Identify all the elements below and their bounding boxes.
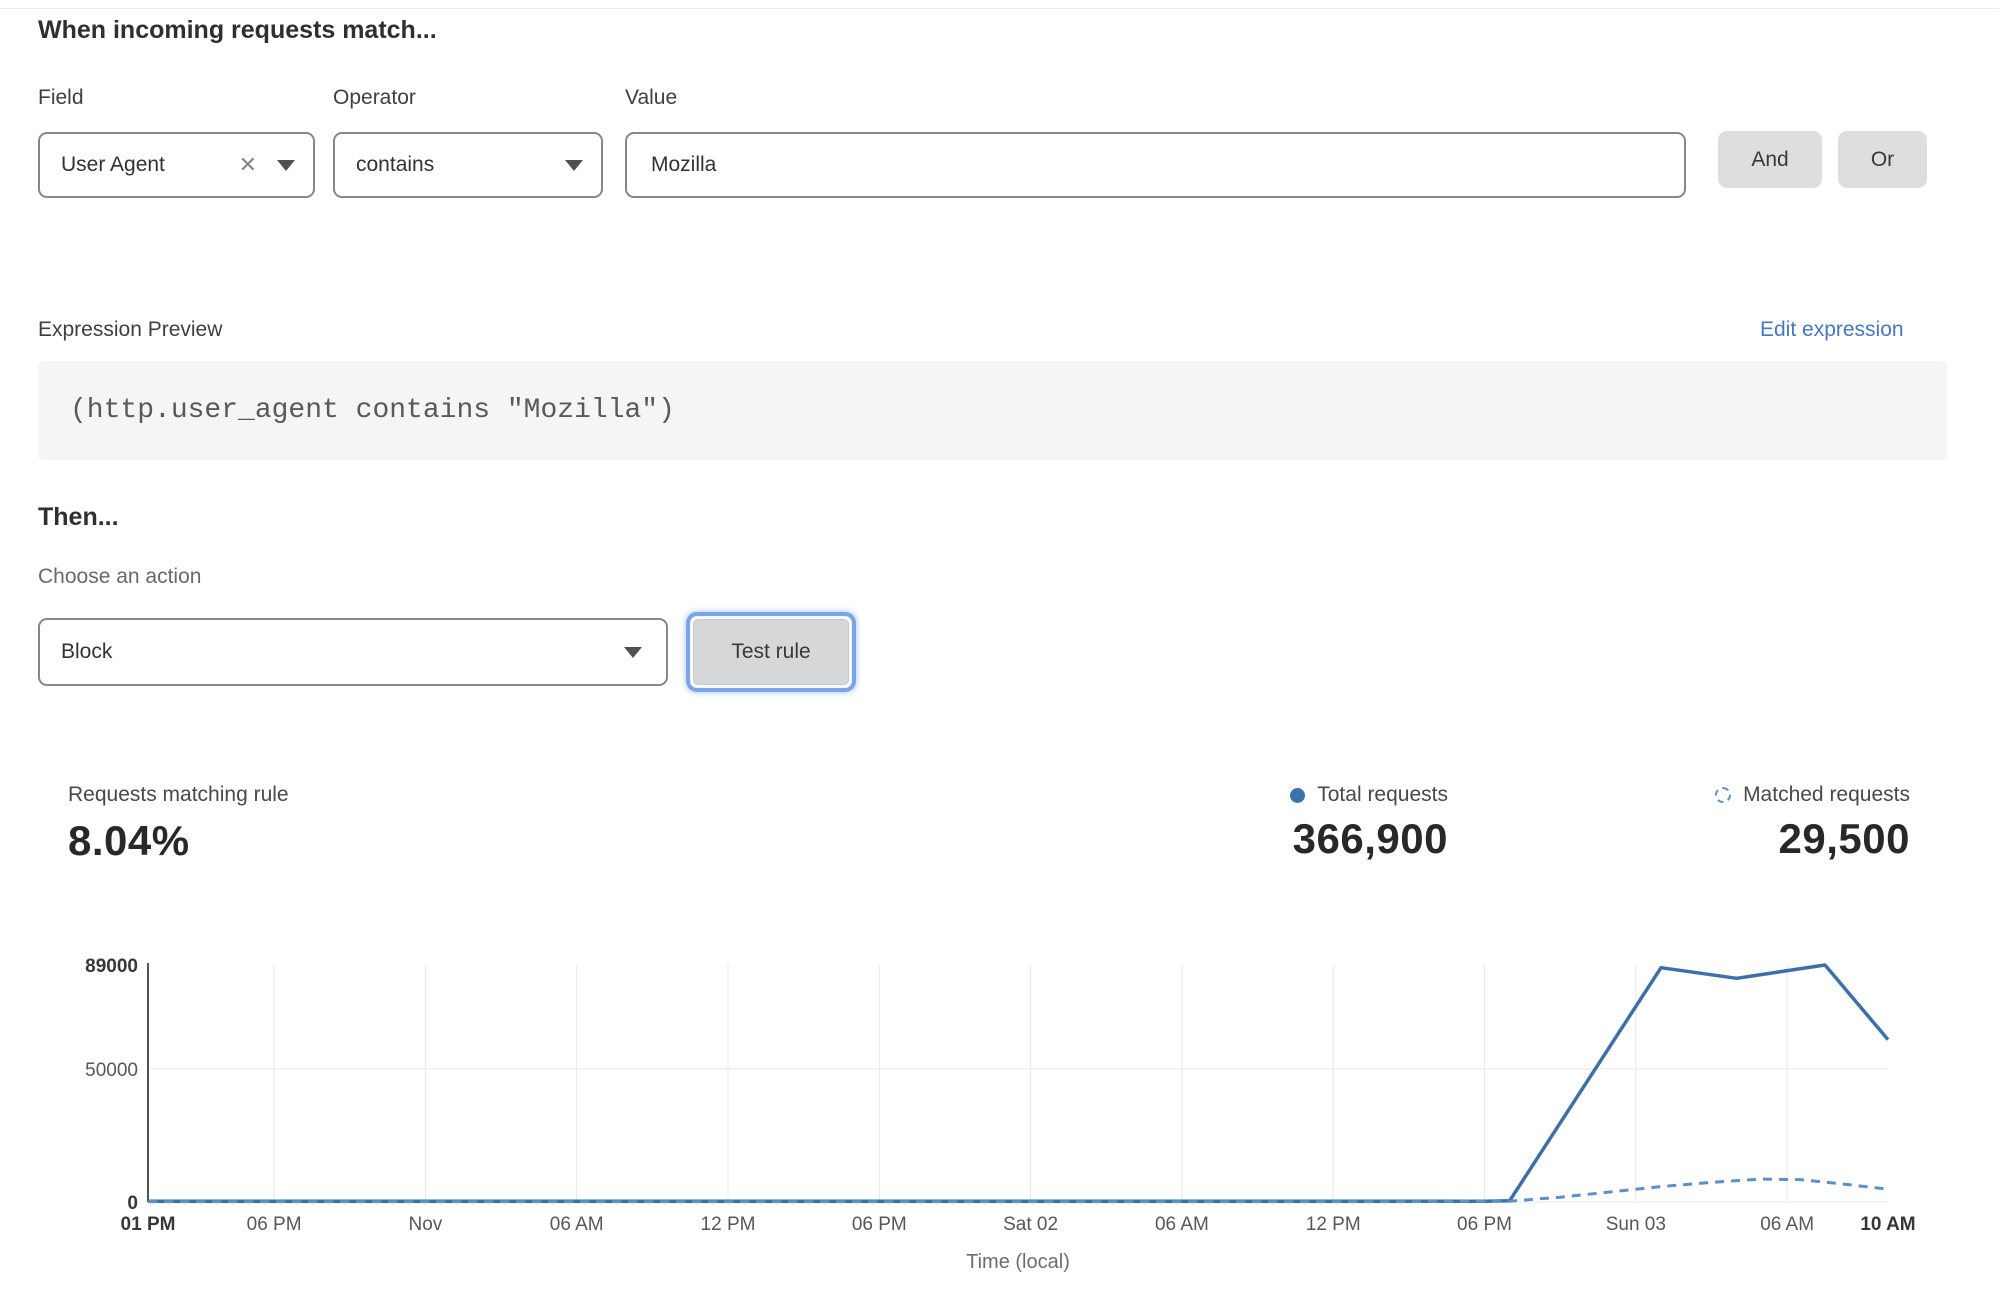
x-tick-label: 06 AM (1155, 1214, 1209, 1235)
operator-select-value: contains (335, 153, 565, 177)
requests-matching-stat: Requests matching rule 8.04% (68, 783, 289, 865)
or-button[interactable]: Or (1838, 131, 1927, 188)
value-label: Value (625, 86, 677, 110)
total-requests-legend: Total requests (1100, 783, 1448, 807)
field-label: Field (38, 86, 84, 110)
x-tick-label: 06 AM (1760, 1214, 1814, 1235)
test-rule-button[interactable]: Test rule (693, 619, 849, 685)
y-tick-label: 0 (127, 1193, 138, 1214)
x-tick-label: 01 PM (121, 1214, 176, 1235)
total-requests-value: 366,900 (1100, 815, 1448, 863)
expression-code-box: (http.user_agent contains "Mozilla") (38, 361, 1947, 460)
x-tick-label: 06 PM (1457, 1214, 1512, 1235)
value-field-wrap (625, 132, 1686, 198)
field-select-value: User Agent (40, 153, 239, 177)
requests-chart: 0 50000 89000 01 PM 06 PM Nov 06 AM 12 PM 06 PM S… (0, 940, 1999, 1295)
operator-select[interactable]: contains (333, 132, 603, 198)
choose-action-label: Choose an action (38, 565, 201, 589)
requests-matching-value: 8.04% (68, 817, 289, 865)
clear-field-icon[interactable]: ✕ (239, 154, 257, 176)
matched-requests-label: Matched requests (1743, 783, 1910, 807)
test-rule-focus-ring: Test rule (686, 612, 856, 692)
x-tick-label: 06 AM (550, 1214, 604, 1235)
y-tick-label: 89000 (85, 956, 138, 977)
expression-code: (http.user_agent contains "Mozilla") (38, 395, 675, 426)
expression-preview-label: Expression Preview (38, 318, 222, 342)
total-series-line (148, 965, 1888, 1201)
total-series-dot-icon (1290, 788, 1305, 803)
matched-series-dot-icon (1715, 787, 1731, 803)
chevron-down-icon[interactable] (565, 160, 583, 171)
matched-requests-value: 29,500 (1560, 815, 1910, 863)
matched-requests-stat: Matched requests 29,500 (1560, 783, 1910, 863)
x-tick-label: 12 PM (1306, 1214, 1361, 1235)
chevron-down-icon[interactable] (277, 160, 295, 171)
x-tick-label: 10 AM (1860, 1214, 1915, 1235)
edit-expression-link[interactable]: Edit expression (1760, 318, 1904, 342)
x-tick-label: Sun 03 (1606, 1214, 1666, 1235)
requests-matching-label: Requests matching rule (68, 783, 289, 807)
chevron-down-icon[interactable] (624, 647, 642, 658)
and-button[interactable]: And (1718, 131, 1822, 188)
top-divider (0, 8, 1999, 9)
operator-label: Operator (333, 86, 416, 110)
firewall-rule-builder: When incoming requests match... Field Op… (0, 0, 1999, 1295)
action-select[interactable]: Block (38, 618, 668, 686)
x-tick-label: Sat 02 (1003, 1214, 1058, 1235)
y-tick-label: 50000 (85, 1060, 138, 1081)
x-axis-title: Time (local) (966, 1251, 1070, 1273)
then-section-title: Then... (38, 503, 119, 532)
x-tick-label: Nov (408, 1214, 442, 1235)
match-section-title: When incoming requests match... (38, 16, 437, 45)
total-requests-label: Total requests (1317, 783, 1448, 807)
x-tick-label: 12 PM (701, 1214, 756, 1235)
value-input[interactable] (625, 132, 1686, 198)
x-tick-label: 06 PM (852, 1214, 907, 1235)
matched-series-line (148, 1179, 1888, 1202)
total-requests-stat: Total requests 366,900 (1100, 783, 1448, 863)
action-select-value: Block (40, 640, 624, 664)
x-tick-label: 06 PM (247, 1214, 302, 1235)
matched-requests-legend: Matched requests (1560, 783, 1910, 807)
field-select[interactable]: User Agent ✕ (38, 132, 315, 198)
